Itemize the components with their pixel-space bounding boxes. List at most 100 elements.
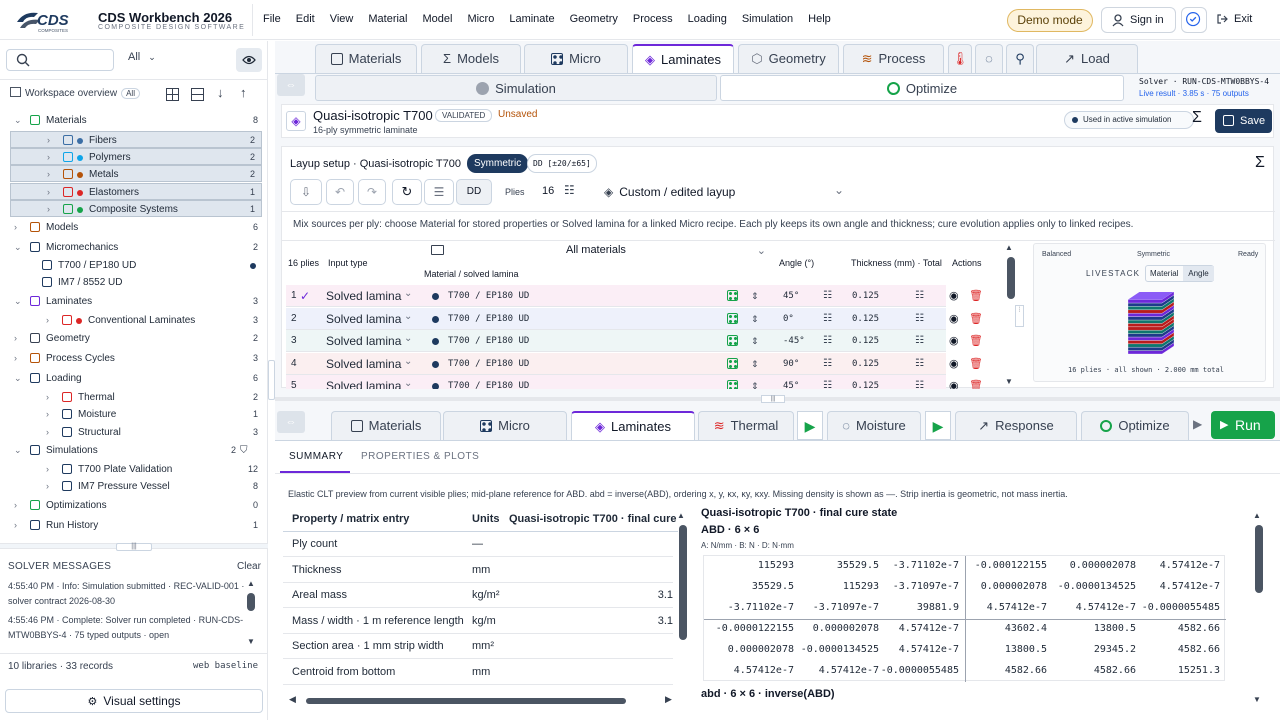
plies-value[interactable]: 16 bbox=[542, 185, 554, 197]
menu-micro[interactable]: Micro bbox=[467, 13, 494, 25]
ply-row[interactable]: 3 Solved lamina ⌄ T700 / EP180 UD ⇕ -45° ☷ 0.12… bbox=[286, 330, 946, 352]
tree-item[interactable]: › IM7 Pressure Vessel 8 bbox=[0, 478, 264, 495]
tree-item[interactable]: › Moisture 1 bbox=[0, 406, 264, 423]
subtab-simulation[interactable]: Simulation bbox=[315, 75, 717, 101]
exit-button[interactable]: Exit bbox=[1216, 13, 1252, 25]
eye-icon[interactable]: ◉ bbox=[949, 353, 959, 375]
tree-item[interactable]: › Process Cycles 3 bbox=[0, 350, 264, 367]
tree-item[interactable]: › Elastomers 1 bbox=[10, 183, 262, 200]
plies-adjust-icon[interactable]: ☷ bbox=[564, 183, 575, 197]
folder-icon[interactable] bbox=[431, 245, 444, 255]
clear-messages-button[interactable]: Clear bbox=[237, 561, 261, 572]
input-type-select[interactable]: Solved lamina bbox=[326, 353, 401, 375]
visual-settings-button[interactable]: ⚙ Visual settings bbox=[5, 689, 263, 713]
sigma-button[interactable]: Σ bbox=[1192, 109, 1202, 127]
tree-item[interactable]: › Optimizations 0 bbox=[0, 497, 264, 514]
tab-moisture[interactable]: ◌ bbox=[975, 44, 1003, 73]
visibility-toggle-button[interactable] bbox=[236, 48, 262, 72]
stepper-icon[interactable]: ⇕ bbox=[751, 353, 759, 375]
chevron-right-icon[interactable]: › bbox=[46, 393, 54, 402]
tab-thermometer[interactable]: 🌡 bbox=[948, 44, 972, 73]
chevron-right-icon[interactable]: › bbox=[46, 316, 54, 325]
chevron-down-icon[interactable]: ⌄ bbox=[14, 374, 22, 383]
run-thermal-button[interactable]: ▶ bbox=[797, 411, 823, 440]
tree-item[interactable]: ⌄ Micromechanics 2 bbox=[0, 239, 264, 256]
thickness-adjust-icon[interactable]: ☷ bbox=[915, 308, 924, 330]
menu-simulation[interactable]: Simulation bbox=[742, 13, 793, 25]
tree-item[interactable]: › Run History 1 bbox=[0, 517, 264, 534]
save-button[interactable]: Save bbox=[1215, 109, 1272, 133]
tree-item[interactable]: ⌄ Laminates 3 bbox=[0, 293, 264, 310]
properties-plots-tab[interactable]: PROPERTIES & PLOTS bbox=[361, 451, 479, 462]
ply-row[interactable]: 4 Solved lamina ⌄ T700 / EP180 UD ⇕ 90° ☷ 0.125… bbox=[286, 352, 946, 375]
workspace-overview[interactable]: Workspace overview All bbox=[10, 87, 140, 99]
demo-mode-badge[interactable]: Demo mode bbox=[1007, 9, 1093, 32]
redo-button[interactable]: ↷ bbox=[358, 179, 386, 205]
abd-scrollbar[interactable]: ▲ ▼ bbox=[1253, 511, 1265, 711]
input-type-select[interactable]: Solved lamina bbox=[326, 375, 401, 389]
menu-material[interactable]: Material bbox=[368, 13, 407, 25]
input-type-select[interactable]: Solved lamina bbox=[326, 330, 401, 352]
dd-button[interactable]: DD bbox=[456, 179, 492, 205]
ply-angle[interactable]: -45° bbox=[783, 330, 805, 352]
list-view-icon[interactable] bbox=[191, 88, 204, 101]
stepper-icon[interactable]: ⇕ bbox=[751, 285, 759, 307]
tree-item[interactable]: › Thermal 2 bbox=[0, 389, 264, 406]
angle-adjust-icon[interactable]: ☷ bbox=[823, 375, 832, 389]
material-name[interactable]: T700 / EP180 UD bbox=[448, 375, 529, 389]
angle-view-button[interactable]: Angle bbox=[1183, 266, 1214, 281]
lower-tab-optimize[interactable]: Optimize bbox=[1081, 411, 1189, 440]
lower-tab-materials[interactable]: Materials bbox=[331, 411, 441, 440]
trash-icon[interactable]: 🗑 bbox=[969, 308, 983, 330]
reset-button[interactable]: ↻ bbox=[392, 179, 422, 205]
thickness-adjust-icon[interactable]: ☷ bbox=[915, 285, 924, 307]
ply-row[interactable]: 2 Solved lamina ⌄ T700 / EP180 UD ⇕ 0° ☷ 0.125 ☷ bbox=[286, 307, 946, 330]
trash-icon[interactable]: 🗑 bbox=[969, 330, 983, 352]
angle-adjust-icon[interactable]: ☷ bbox=[823, 353, 832, 375]
tree-item[interactable]: ⌄ Simulations 2 ⛉ bbox=[0, 442, 264, 459]
chevron-right-icon[interactable]: › bbox=[14, 521, 22, 530]
trash-icon[interactable]: 🗑 bbox=[969, 285, 983, 307]
menu-process[interactable]: Process bbox=[633, 13, 673, 25]
thickness-adjust-icon[interactable]: ☷ bbox=[915, 375, 924, 389]
sign-in-button[interactable]: Sign in bbox=[1101, 7, 1176, 33]
tree-item[interactable]: › T700 Plate Validation 12 bbox=[0, 461, 264, 478]
lower-tab-moisture[interactable]: ◌ Moisture bbox=[827, 411, 921, 440]
link-toggle-button[interactable]: ⇔ bbox=[277, 411, 305, 433]
import-button[interactable]: ⇩ bbox=[290, 179, 322, 205]
ply-thickness[interactable]: 0.125 bbox=[852, 285, 879, 307]
lower-tab-laminates[interactable]: ◈ Laminates bbox=[571, 411, 695, 440]
run-button[interactable]: ▶ Run bbox=[1211, 411, 1275, 439]
micro-link-icon[interactable] bbox=[727, 290, 738, 301]
filter-icon[interactable]: ⛉ bbox=[240, 442, 248, 459]
menu-model[interactable]: Model bbox=[422, 13, 452, 25]
input-type-select[interactable]: Solved lamina bbox=[326, 308, 401, 330]
menu-view[interactable]: View bbox=[330, 13, 354, 25]
lower-tab-thermal[interactable]: ≋ Thermal bbox=[698, 411, 794, 440]
ply-angle[interactable]: 45° bbox=[783, 285, 799, 307]
layup-select[interactable]: ◈ Custom / edited layup ⌄ bbox=[604, 183, 844, 199]
ply-thickness[interactable]: 0.125 bbox=[852, 353, 879, 375]
tab-micro[interactable]: Micro bbox=[524, 44, 628, 73]
chevron-right-icon[interactable]: › bbox=[46, 428, 54, 437]
tree-item[interactable]: › Conventional Laminates 3 bbox=[0, 312, 264, 329]
tree-item[interactable]: › Geometry 2 bbox=[0, 330, 264, 347]
tab-geometry[interactable]: ⬡ Geometry bbox=[738, 44, 839, 73]
all-materials-select[interactable]: All materials ⌄ bbox=[566, 244, 766, 257]
micro-link-icon[interactable] bbox=[727, 312, 738, 324]
angle-adjust-icon[interactable]: ☷ bbox=[823, 285, 832, 307]
chevron-right-icon[interactable]: › bbox=[14, 354, 22, 363]
sort-up-icon[interactable]: ↑ bbox=[240, 85, 247, 100]
angle-adjust-icon[interactable]: ☷ bbox=[823, 308, 832, 330]
sort-down-icon[interactable]: ↓ bbox=[217, 85, 224, 100]
tree-item[interactable]: › Composite Systems 1 bbox=[10, 200, 262, 217]
menu-geometry[interactable]: Geometry bbox=[570, 13, 618, 25]
material-name[interactable]: T700 / EP180 UD bbox=[448, 285, 529, 307]
tree-item[interactable]: ⌄ Loading 6 bbox=[0, 370, 264, 387]
material-name[interactable]: T700 / EP180 UD bbox=[448, 353, 529, 375]
menu-file[interactable]: File bbox=[263, 13, 281, 25]
grid-view-icon[interactable] bbox=[166, 88, 179, 101]
ply-angle[interactable]: 45° bbox=[783, 375, 799, 389]
tree-item[interactable]: IM7 / 8552 UD bbox=[0, 274, 264, 291]
trash-icon[interactable]: 🗑 bbox=[969, 353, 983, 375]
